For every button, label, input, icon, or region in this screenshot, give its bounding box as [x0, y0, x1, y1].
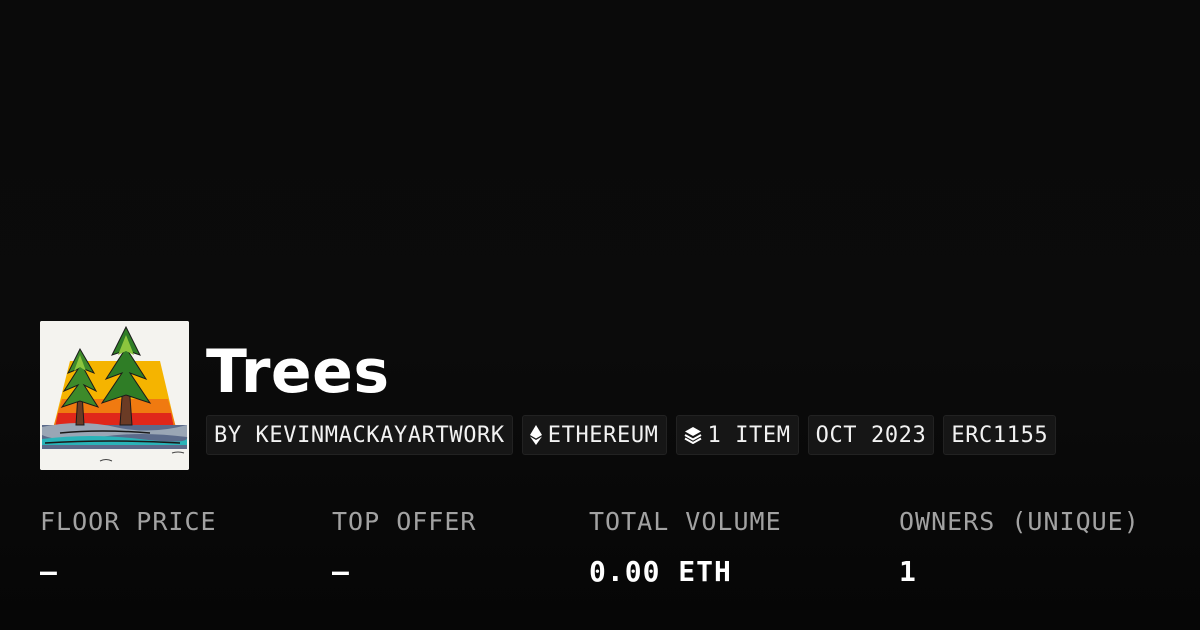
owners-label: OWNERS (UNIQUE) — [899, 507, 1140, 536]
standard-label: ERC1155 — [951, 422, 1049, 448]
floor-price-stat: FLOOR PRICE – — [40, 505, 217, 589]
items-label: 1 ITEM — [707, 422, 791, 448]
creator-tag[interactable]: BY KEVINMACKAYARTWORK — [206, 415, 513, 455]
collection-thumbnail — [40, 321, 189, 470]
trees-artwork-thumbnail — [40, 321, 189, 470]
top-offer-value: – — [332, 555, 350, 588]
owners-value: 1 — [899, 555, 917, 588]
chain-tag: ETHEREUM — [521, 415, 667, 455]
collection-tags: BY KEVINMACKAYARTWORK ETHEREUM 1 ITEM OC… — [206, 415, 1057, 455]
date-label: OCT 2023 — [815, 422, 927, 448]
standard-tag: ERC1155 — [943, 415, 1057, 455]
total-volume-label: TOTAL VOLUME — [589, 507, 782, 536]
creator-label: BY KEVINMACKAYARTWORK — [214, 422, 505, 448]
layers-icon — [684, 426, 702, 444]
date-tag: OCT 2023 — [807, 415, 935, 455]
top-offer-stat: TOP OFFER – — [332, 505, 476, 589]
floor-price-value: – — [40, 555, 58, 588]
collection-page: Trees BY KEVINMACKAYARTWORK ETHEREUM 1 I… — [0, 0, 1200, 630]
items-tag: 1 ITEM — [675, 415, 799, 455]
top-offer-label: TOP OFFER — [332, 507, 477, 536]
total-volume-stat: TOTAL VOLUME 0.00 ETH — [589, 505, 782, 589]
owners-stat: OWNERS (UNIQUE) 1 — [899, 505, 1140, 589]
chain-label: ETHEREUM — [547, 422, 659, 448]
floor-price-label: FLOOR PRICE — [40, 507, 217, 536]
ethereum-icon — [529, 425, 542, 445]
total-volume-value: 0.00 ETH — [589, 555, 732, 588]
collection-title: Trees — [206, 337, 390, 407]
